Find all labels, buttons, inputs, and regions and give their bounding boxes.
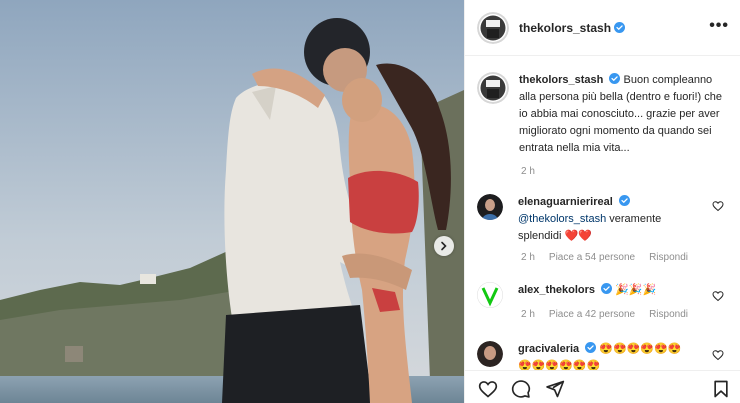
commenter-avatar[interactable] (477, 282, 503, 308)
caption-username[interactable]: thekolors_stash (519, 74, 603, 86)
more-options-button[interactable]: ••• (709, 18, 729, 34)
heart-icon[interactable] (478, 379, 498, 399)
commenter-avatar[interactable] (477, 341, 503, 367)
verified-badge-icon (618, 195, 630, 206)
verified-badge-icon (609, 73, 621, 84)
post-photo[interactable] (0, 0, 464, 403)
carousel-next-button[interactable] (434, 236, 454, 256)
like-comment-heart-icon[interactable] (712, 200, 724, 212)
caption: thekolors_stash Buon compleanno alla per… (477, 72, 732, 177)
avatar-image (477, 341, 503, 367)
avatar-image (477, 72, 509, 104)
instagram-post: thekolors_stash ••• thekolors_stash Buon… (0, 0, 740, 403)
caption-time[interactable]: 2 h (521, 166, 535, 177)
caption-text: Buon compleanno alla persona più bella (… (519, 74, 723, 154)
share-icon[interactable] (545, 379, 565, 399)
comment-item: alex_thekolors 🎉🎉🎉 2 h Piace a 42 person… (477, 282, 732, 320)
comment-meta: 2 h Piace a 42 persone Rispondi (521, 309, 688, 320)
comment-username[interactable]: gracivaleria (518, 343, 579, 355)
bookmark-icon[interactable] (711, 379, 731, 399)
verified-badge-icon (585, 342, 597, 353)
caption-author-avatar[interactable] (477, 72, 509, 104)
comment-item: elenaguarnierireal @thekolors_stash vera… (477, 194, 732, 263)
comment-username[interactable]: alex_thekolors (518, 284, 595, 296)
commenter-avatar[interactable] (477, 194, 503, 220)
like-comment-heart-icon[interactable] (712, 349, 724, 361)
avatar-image (477, 11, 509, 44)
comments-list: thekolors_stash Buon compleanno alla per… (465, 56, 740, 370)
verified-badge-icon (601, 283, 613, 294)
comment-mention[interactable]: @thekolors_stash (518, 213, 606, 225)
photo-illustration (0, 0, 464, 403)
comment-body: alex_thekolors 🎉🎉🎉 (518, 282, 693, 308)
comment-username[interactable]: elenaguarnierireal (518, 196, 613, 208)
comment-time[interactable]: 2 h (521, 252, 535, 263)
comment-reply[interactable]: Rispondi (649, 252, 688, 263)
comment-likes[interactable]: Piace a 54 persone (549, 252, 635, 263)
like-comment-heart-icon[interactable] (712, 290, 724, 302)
comment-emoji: 🎉🎉🎉 (615, 284, 657, 296)
author-avatar[interactable] (477, 11, 509, 44)
avatar-image (477, 194, 503, 220)
caption-text-block: thekolors_stash Buon compleanno alla per… (519, 72, 730, 157)
avatar-image (477, 282, 503, 308)
comment-icon[interactable] (511, 379, 531, 399)
verified-badge-icon (614, 22, 626, 33)
comment-body: gracivaleria 😍😍😍😍😍😍😍😍😍😍😍😍 (518, 341, 693, 370)
comment-time[interactable]: 2 h (521, 309, 535, 320)
comment-emoji: ❤️❤️ (564, 230, 592, 242)
comment-reply[interactable]: Rispondi (649, 309, 688, 320)
post-side-panel: thekolors_stash ••• thekolors_stash Buon… (464, 0, 740, 403)
author-username[interactable]: thekolors_stash (519, 21, 611, 35)
chevron-right-icon (441, 241, 447, 251)
comment-item: gracivaleria 😍😍😍😍😍😍😍😍😍😍😍😍 (477, 341, 732, 370)
post-actions-bar (465, 370, 740, 403)
comment-body: elenaguarnierireal @thekolors_stash vera… (518, 194, 693, 245)
comment-likes[interactable]: Piace a 42 persone (549, 309, 635, 320)
comment-meta: 2 h Piace a 54 persone Rispondi (521, 252, 688, 263)
post-header: thekolors_stash ••• (465, 0, 740, 56)
